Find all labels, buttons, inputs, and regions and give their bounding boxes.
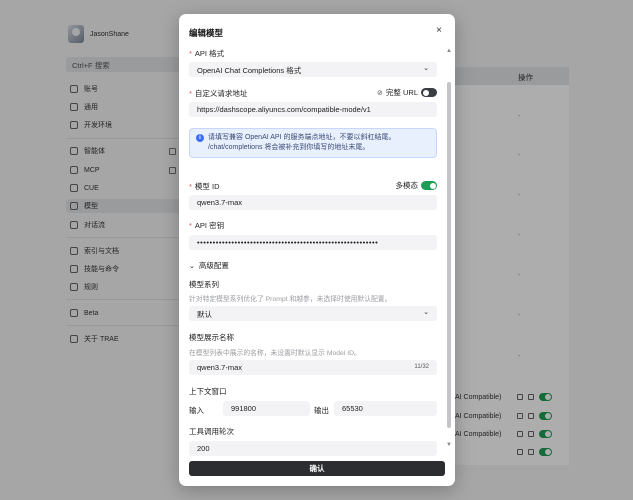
- label-text: API 格式: [194, 49, 225, 58]
- char-counter: 11/32: [414, 364, 429, 370]
- dialog-scrollbar[interactable]: ▲ ▼: [446, 48, 452, 448]
- context-input-field[interactable]: 991800: [223, 401, 310, 416]
- context-window-label: 上下文窗口: [189, 387, 227, 396]
- close-icon[interactable]: ×: [436, 25, 442, 36]
- multimodal-toggle[interactable]: [421, 181, 437, 190]
- multimodal-label: 多模态: [395, 181, 419, 190]
- scroll-up-icon[interactable]: ▲: [446, 48, 452, 54]
- advanced-label: 高级配置: [198, 261, 229, 270]
- context-output-field[interactable]: 65530: [334, 401, 437, 416]
- dialog-title: 编辑模型: [189, 28, 224, 38]
- chevron-down-icon: ⌄: [423, 309, 429, 316]
- scrollbar-thumb[interactable]: [447, 82, 451, 428]
- model-family-desc: 针对特定模型系列优化了 Prompt 和越参，未选择时使用默认配置。: [189, 296, 392, 303]
- model-id-input[interactable]: qwen3.7-max: [189, 195, 437, 210]
- edit-model-dialog: 编辑模型 × * API 格式 OpenAI Chat Completions 格…: [179, 14, 455, 486]
- tool-rounds-input[interactable]: 200: [189, 441, 437, 456]
- input-value: qwen3.7-max: [197, 363, 243, 372]
- select-value: OpenAI Chat Completions 格式: [197, 66, 302, 75]
- info-icon: i: [196, 134, 204, 142]
- display-name-desc: 在模型列表中展示的名称，未设置时默认显示 Model ID。: [189, 350, 361, 357]
- display-name-label: 模型展示名称: [189, 333, 234, 342]
- info-line-1: 请填写兼容 OpenAI API 的服务端点地址，不要以斜杠结尾。: [208, 134, 396, 141]
- context-output-label: 输出: [314, 406, 329, 415]
- tool-rounds-label: 工具调用轮次: [189, 427, 234, 436]
- api-key-label: * API 密钥: [189, 220, 224, 231]
- label-text: 模型 ID: [194, 182, 220, 191]
- link-icon: ⊘: [377, 89, 383, 97]
- required-mark: *: [189, 182, 192, 191]
- model-family-select[interactable]: 默认 ⌄: [189, 306, 437, 321]
- display-name-input[interactable]: qwen3.7-max 11/32: [189, 360, 437, 375]
- multimodal-switch: 多模态: [395, 180, 437, 191]
- full-url-label: 完整 URL: [385, 88, 418, 97]
- full-url-toggle[interactable]: [421, 88, 437, 97]
- scroll-down-icon[interactable]: ▼: [446, 442, 452, 448]
- context-input-label: 输入: [189, 406, 204, 415]
- confirm-button[interactable]: 确认: [189, 461, 445, 476]
- request-url-label: * 自定义请求地址: [189, 88, 247, 99]
- api-format-select[interactable]: OpenAI Chat Completions 格式 ⌄: [189, 62, 437, 77]
- label-text: API 密钥: [194, 221, 225, 230]
- api-format-label: * API 格式: [189, 48, 224, 59]
- chevron-down-icon: ⌄: [189, 262, 195, 270]
- info-banner: i 请填写兼容 OpenAI API 的服务端点地址，不要以斜杠结尾。 /cha…: [189, 128, 437, 158]
- full-url-switch: ⊘ 完整 URL: [377, 87, 437, 98]
- label-text: 自定义请求地址: [194, 89, 248, 98]
- required-mark: *: [189, 49, 192, 58]
- select-value: 默认: [197, 310, 212, 319]
- model-id-label: * 模型 ID: [189, 181, 220, 192]
- required-mark: *: [189, 221, 192, 230]
- info-line-2: /chat/completions 将会被补充到你填写的地址末尾。: [208, 144, 370, 151]
- dialog-scroll-area[interactable]: * API 格式 OpenAI Chat Completions 格式 ⌄ * 自定义…: [179, 48, 455, 456]
- required-mark: *: [189, 89, 192, 98]
- model-family-label: 模型系列: [189, 280, 219, 289]
- request-url-input[interactable]: https://dashscope.aliyuncs.com/compatibl…: [189, 102, 437, 117]
- api-key-input[interactable]: ••••••••••••••••••••••••••••••••••••••••…: [189, 235, 437, 250]
- chevron-down-icon: ⌄: [423, 65, 429, 72]
- advanced-config-toggle[interactable]: ⌄ 高级配置: [189, 260, 229, 271]
